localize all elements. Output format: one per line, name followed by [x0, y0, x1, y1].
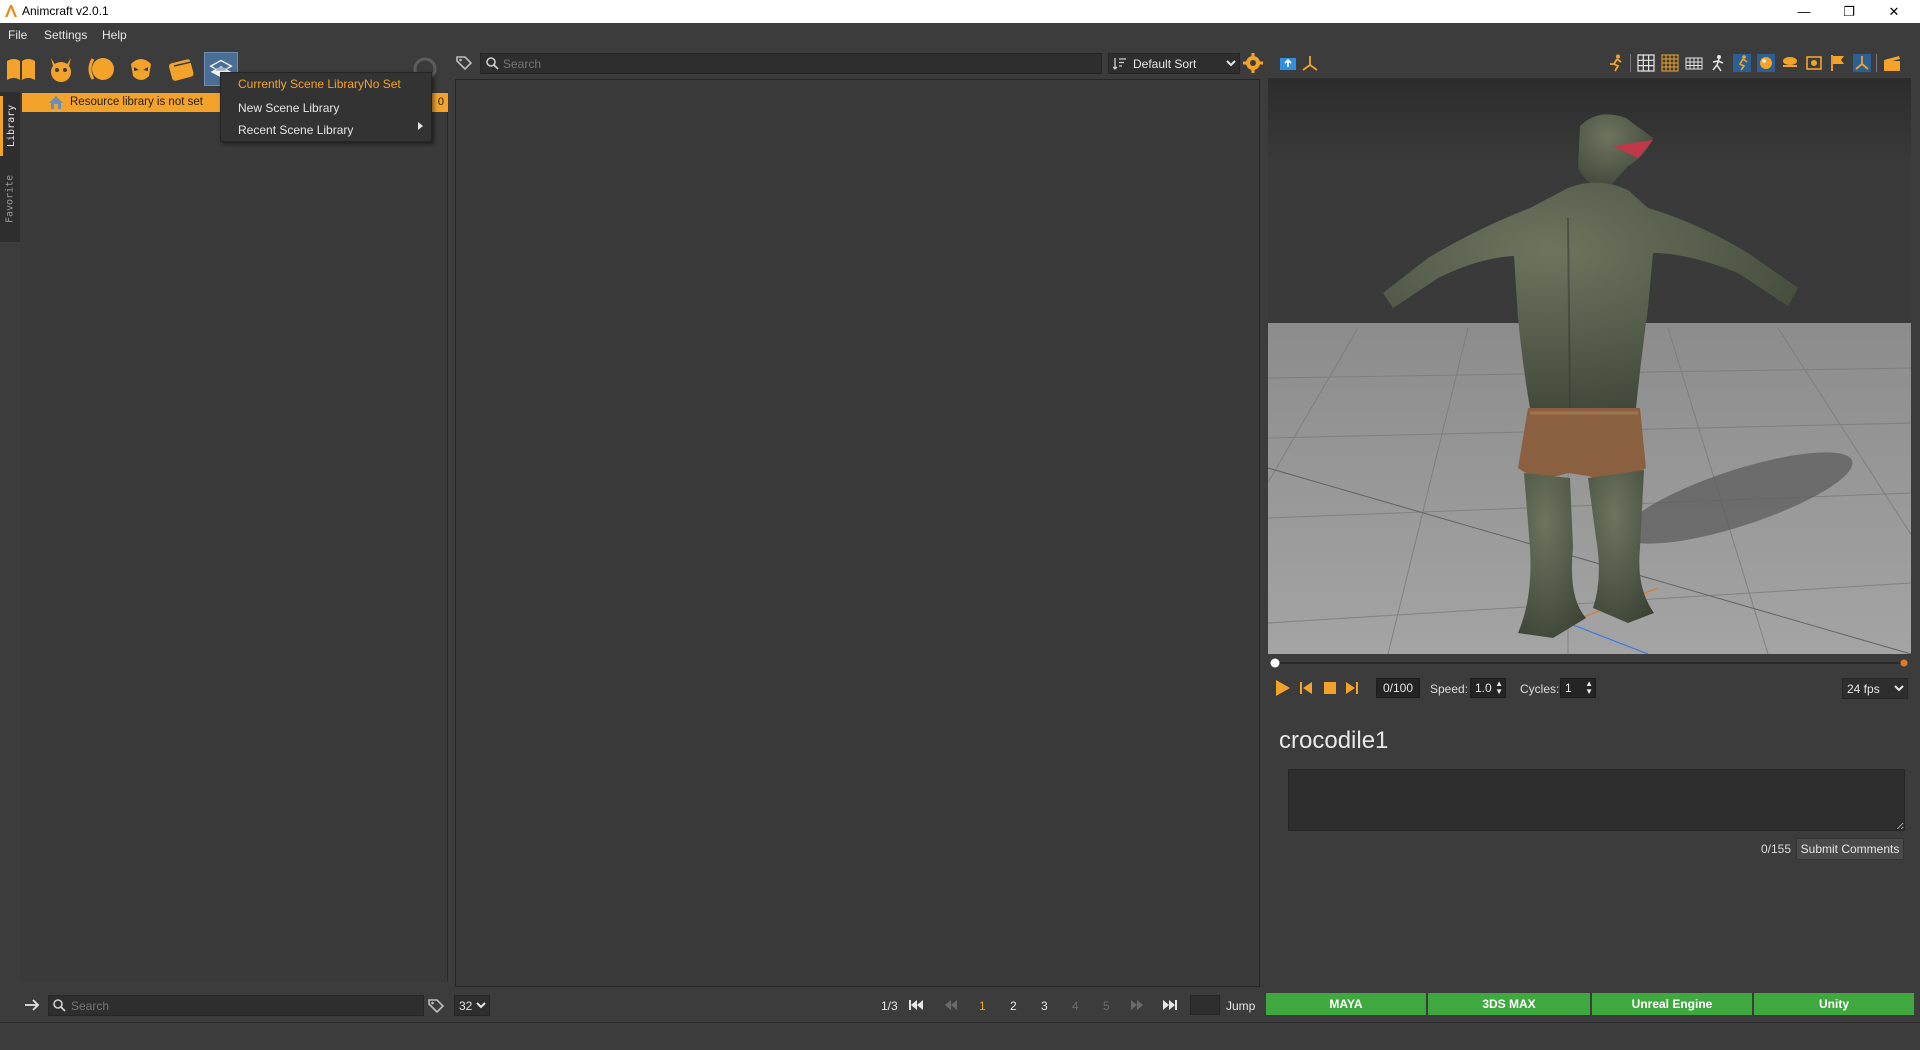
timeline-start-handle[interactable]	[1270, 658, 1280, 668]
scene-library-menu: Currently Scene LibraryNo Set New Scene …	[220, 72, 432, 142]
resource-count: 0	[437, 96, 444, 108]
arrow-right-icon[interactable]	[24, 998, 40, 1012]
timeline-end-handle[interactable]	[1900, 659, 1908, 667]
camera-frame-icon[interactable]	[1804, 53, 1824, 73]
menu-recent-scene-library[interactable]: Recent Scene Library	[238, 123, 353, 137]
lighting-icon[interactable]	[1780, 53, 1800, 73]
sort-icon	[1113, 58, 1126, 70]
page-3[interactable]: 3	[1041, 999, 1048, 1013]
cycles-value: 1	[1565, 681, 1572, 695]
cycles-label: Cycles:	[1520, 682, 1560, 696]
grid-large-icon[interactable]	[1660, 53, 1680, 73]
home-icon	[49, 96, 63, 109]
sphere-shading-icon[interactable]	[1756, 53, 1776, 73]
clapperboard-icon[interactable]	[1882, 53, 1902, 73]
page-4[interactable]: 4	[1072, 999, 1079, 1013]
run-pose-icon[interactable]	[1606, 53, 1626, 73]
toolbar-divider	[1630, 54, 1631, 72]
timeline-slider[interactable]	[1268, 656, 1911, 670]
stepper-arrows-icon[interactable]: ▲ ▼	[1585, 680, 1593, 696]
prev-page-icon[interactable]	[944, 1000, 958, 1010]
menu-current-scene-library[interactable]: Currently Scene LibraryNo Set	[238, 77, 401, 91]
frame-counter[interactable]: 0/100	[1376, 678, 1420, 698]
motion-icon[interactable]	[1732, 53, 1752, 73]
speed-value: 1.0	[1475, 681, 1492, 695]
search-icon	[486, 57, 499, 70]
tag-filter-icon[interactable]	[454, 53, 474, 73]
page-info: 1/3	[881, 999, 898, 1013]
submit-comments-button[interactable]: Submit Comments	[1796, 838, 1904, 860]
minimize-button[interactable]: —	[1782, 0, 1826, 23]
library-search-input[interactable]	[48, 995, 424, 1016]
asset-grid	[455, 79, 1260, 987]
close-button[interactable]: ✕	[1872, 0, 1916, 23]
search-input[interactable]	[480, 53, 1102, 74]
export-unity-button[interactable]: Unity	[1754, 993, 1914, 1015]
stop-icon[interactable]	[1322, 680, 1338, 696]
export-unreal-button[interactable]: Unreal Engine	[1592, 993, 1752, 1015]
animcraft-logo-icon	[5, 5, 17, 17]
page-size-select[interactable]: 32	[454, 995, 490, 1016]
page-1[interactable]: 1	[979, 999, 986, 1013]
tab-favorite[interactable]: Favorite	[0, 164, 20, 234]
comment-char-count: 0/155	[1761, 842, 1792, 856]
menu-bar: File Settings Help	[0, 23, 1920, 47]
menu-help[interactable]: Help	[102, 28, 127, 42]
viewport-toolbar	[1268, 48, 1920, 78]
jump-button[interactable]: Jump	[1226, 999, 1255, 1013]
menu-new-scene-library[interactable]: New Scene Library	[238, 101, 339, 115]
settings-gear-icon[interactable]	[1242, 52, 1264, 74]
import-icon[interactable]	[1278, 53, 1298, 73]
resource-status-text: Resource library is not set	[70, 96, 203, 108]
skeleton-icon[interactable]	[1708, 53, 1728, 73]
animation-library-icon[interactable]	[164, 52, 198, 86]
tab-library[interactable]: Library	[0, 96, 20, 156]
window-title: Animcraft v2.0.1	[22, 4, 109, 18]
step-back-icon[interactable]	[1298, 680, 1314, 696]
gizmo-icon[interactable]	[1852, 53, 1872, 73]
character-library-icon[interactable]	[44, 52, 78, 86]
title-bar: Animcraft v2.0.1 — ❐ ✕	[0, 0, 1920, 23]
floor-grid-icon[interactable]	[1684, 53, 1704, 73]
tag-filter-icon[interactable]	[426, 996, 446, 1016]
menu-file[interactable]: File	[8, 28, 27, 42]
export-3dsmax-button[interactable]: 3DS MAX	[1428, 993, 1590, 1015]
toolbar-divider	[1876, 54, 1877, 72]
comment-input[interactable]	[1288, 769, 1905, 831]
material-library-icon[interactable]	[84, 52, 118, 86]
menu-settings[interactable]: Settings	[44, 28, 87, 42]
submenu-arrow-icon	[418, 122, 423, 130]
jump-page-input[interactable]	[1190, 995, 1220, 1015]
flag-icon[interactable]	[1828, 53, 1848, 73]
page-5[interactable]: 5	[1103, 999, 1110, 1013]
stepper-arrows-icon[interactable]: ▲ ▼	[1495, 680, 1503, 696]
speed-label: Speed:	[1430, 682, 1469, 696]
playback-controls: 0/100 Speed: 1.0 ▲ ▼ Cycles: 1 ▲ ▼ 24 fps	[1268, 673, 1911, 703]
book-library-icon[interactable]	[4, 52, 38, 86]
search-icon	[53, 999, 66, 1012]
play-icon[interactable]	[1272, 678, 1292, 698]
side-tabs: Library Favorite	[0, 92, 20, 242]
speed-stepper[interactable]: 1.0 ▲ ▼	[1470, 678, 1506, 698]
sort-select[interactable]: Default Sort	[1108, 53, 1240, 74]
head-library-icon[interactable]	[124, 52, 158, 86]
restore-button[interactable]: ❐	[1827, 0, 1871, 23]
3d-viewport[interactable]	[1268, 78, 1911, 654]
export-maya-button[interactable]: MAYA	[1266, 993, 1426, 1015]
grid-small-icon[interactable]	[1636, 53, 1656, 73]
axis-icon[interactable]	[1300, 53, 1320, 73]
last-page-icon[interactable]	[1162, 999, 1178, 1011]
step-forward-icon[interactable]	[1344, 680, 1360, 696]
first-page-icon[interactable]	[908, 999, 924, 1011]
library-tree-panel	[20, 92, 448, 982]
asset-name: crocodile1	[1279, 727, 1389, 754]
next-page-icon[interactable]	[1130, 1000, 1144, 1010]
fps-select[interactable]: 24 fps	[1842, 678, 1908, 699]
page-2[interactable]: 2	[1010, 999, 1017, 1013]
cycles-stepper[interactable]: 1 ▲ ▼	[1560, 678, 1596, 698]
content-toolbar: Default Sort	[450, 48, 1263, 78]
status-bar	[0, 1022, 1920, 1050]
